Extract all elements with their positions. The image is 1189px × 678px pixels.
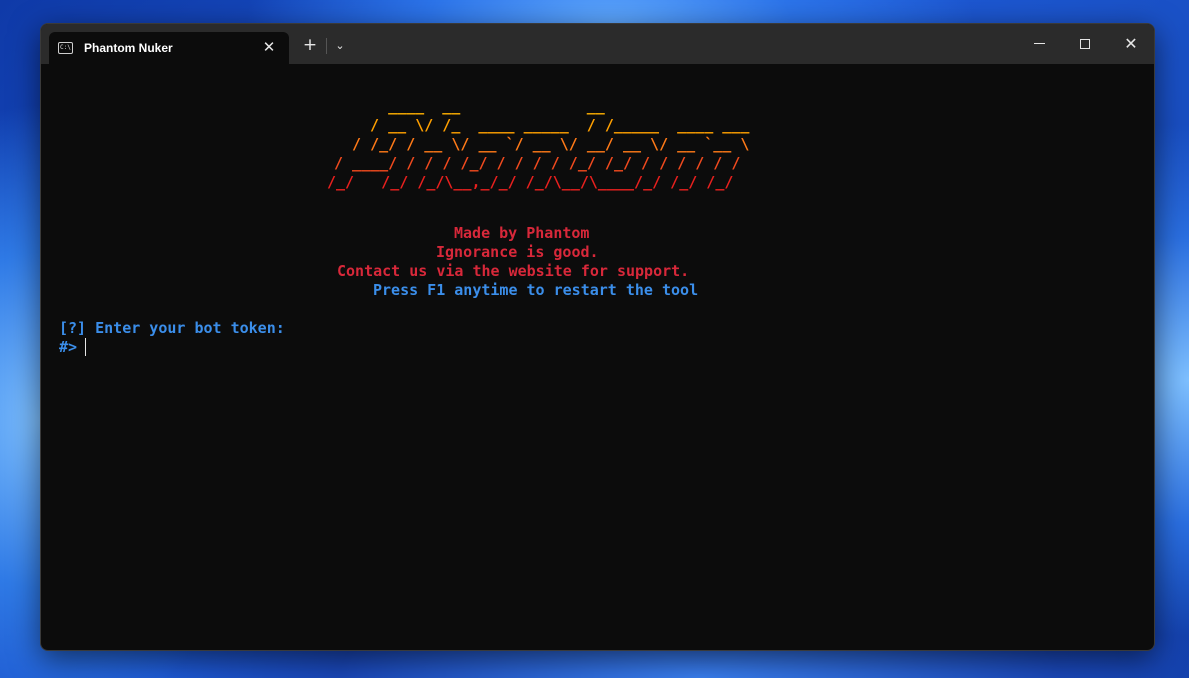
chevron-down-icon[interactable]: ⌄ (331, 36, 349, 56)
input-prompt: #> (59, 338, 78, 356)
terminal-window: C:\ Phantom Nuker ✕ + ⌄ ✕ ____ __ __ / _… (40, 23, 1155, 651)
tab-title: Phantom Nuker (84, 41, 173, 55)
maximize-icon (1080, 39, 1090, 49)
ascii-line: / /_/ / __ \/ __ `/ __ \/ __/ __ \/ __ `… (343, 135, 750, 153)
made-by-text: Made by Phantom (454, 224, 590, 242)
maximize-button[interactable] (1062, 24, 1108, 64)
ascii-line: / __ \/ /_ ____ _____ / /_____ ____ ___ (352, 116, 750, 134)
terminal-icon: C:\ (58, 42, 73, 54)
tab-divider (326, 38, 327, 54)
tab-phantom-nuker[interactable]: C:\ Phantom Nuker ✕ (49, 32, 289, 64)
ascii-logo: ____ __ __ / __ \/ /_ ____ _____ / /____… (327, 97, 749, 192)
ascii-line: / ____/ / / / /_/ / / / / /_/ /_/ / / / … (334, 154, 741, 172)
minimize-button[interactable] (1016, 24, 1062, 64)
motto-text: Ignorance is good. (436, 243, 599, 261)
ascii-line: /_/ /_/ /_/\__,_/_/ /_/\__/\____/_/ /_/ … (327, 173, 734, 191)
text-cursor[interactable] (85, 338, 86, 356)
close-tab-icon[interactable]: ✕ (259, 37, 279, 57)
new-tab-button[interactable]: + (299, 34, 321, 56)
close-window-button[interactable]: ✕ (1108, 24, 1154, 64)
title-bar[interactable]: C:\ Phantom Nuker ✕ + ⌄ ✕ (41, 24, 1154, 64)
ascii-line: ____ __ __ (361, 97, 605, 115)
terminal-output[interactable]: ____ __ __ / __ \/ /_ ____ _____ / /____… (41, 64, 1154, 650)
contact-text: Contact us via the website for support. (337, 262, 690, 280)
restart-hint-text: Press F1 anytime to restart the tool (373, 281, 699, 299)
token-question: [?] Enter your bot token: (59, 319, 285, 337)
minimize-icon (1034, 43, 1045, 44)
